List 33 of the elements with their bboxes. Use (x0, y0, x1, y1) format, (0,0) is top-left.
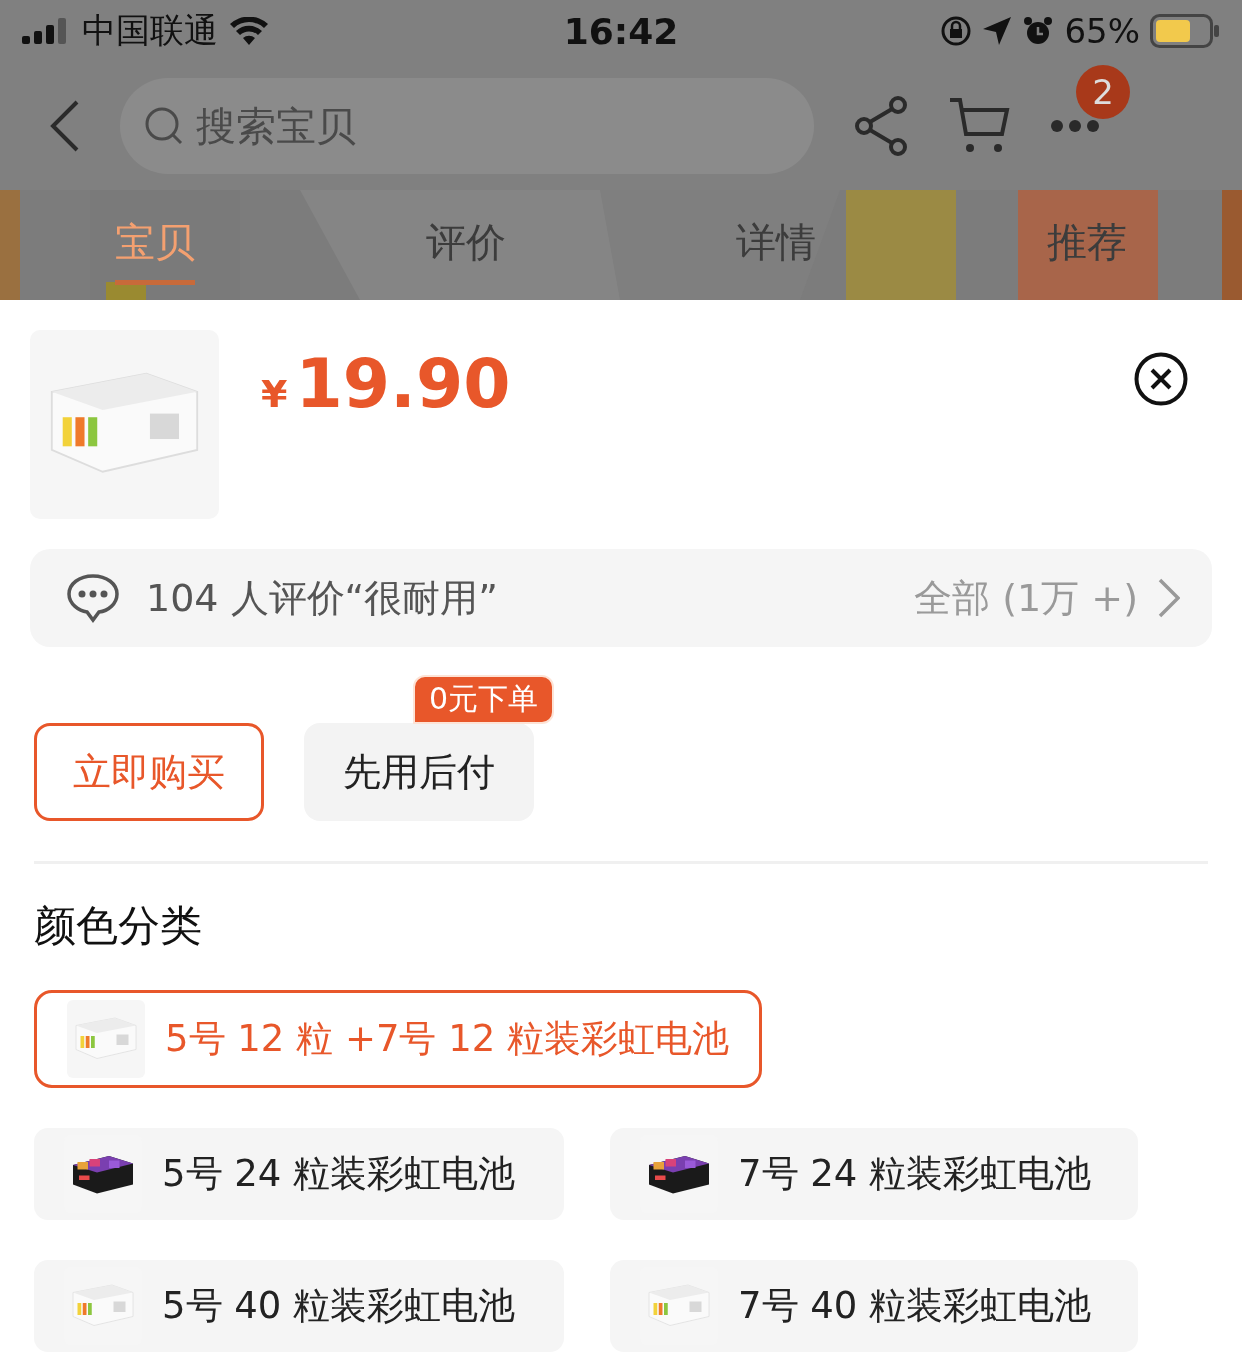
variant-option[interactable]: 5号 12 粒 +7号 12 粒装彩虹电池 (34, 990, 763, 1088)
share-icon[interactable] (854, 96, 908, 156)
review-summary: 104 人评价“很耐用” (146, 574, 498, 622)
action-button[interactable]: 立即购买 (34, 723, 264, 821)
notification-badge: 2 (1076, 65, 1130, 119)
rotation-lock-icon (940, 15, 973, 47)
variant-option[interactable]: 7号 40 粒装彩虹电池 (610, 1260, 1138, 1352)
battery-icon (1150, 14, 1220, 48)
promo-badge: 0元下单 (412, 675, 554, 724)
clock-time: 16:42 (563, 10, 679, 52)
chat-icon (66, 573, 120, 623)
more-icon[interactable] (1050, 119, 1100, 133)
tab[interactable]: 宝贝 (115, 205, 196, 285)
action-button[interactable]: 先用后付 (304, 723, 534, 821)
variant-option[interactable]: 5号 40 粒装彩虹电池 (34, 1260, 564, 1352)
tab[interactable]: 评价 (425, 205, 506, 285)
location-arrow-icon (982, 16, 1013, 46)
search-field[interactable]: 搜索宝贝 (120, 78, 814, 174)
search-icon (144, 106, 184, 146)
currency-symbol: ¥ (261, 372, 288, 416)
carrier-name: 中国联通 (82, 9, 218, 52)
chevron-icon (1158, 578, 1180, 618)
back-icon[interactable] (50, 100, 80, 152)
variant-option[interactable]: 5号 24 粒装彩虹电池 (34, 1128, 564, 1220)
close-icon[interactable] (1134, 352, 1188, 406)
variant-option[interactable]: 7号 24 粒装彩虹电池 (610, 1128, 1138, 1220)
section-title: 颜色分类 (34, 900, 203, 952)
wifi-icon (230, 17, 268, 45)
price: 19.90 (295, 344, 511, 423)
battery-percent: 65% (1064, 11, 1140, 51)
review-bar[interactable]: 104 人评价“很耐用” 全部 (1万 +) (30, 549, 1212, 647)
all-reviews-link[interactable]: 全部 (1万 +) (908, 571, 1186, 625)
alarm-icon (1022, 15, 1055, 47)
